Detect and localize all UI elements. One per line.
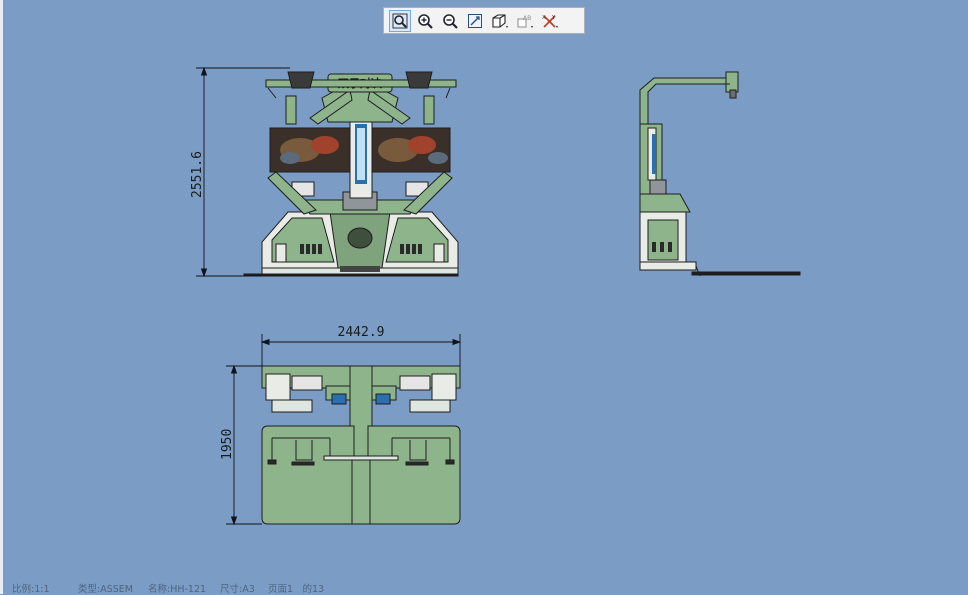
depth-dimension-label: 1950 — [220, 429, 235, 460]
top-view[interactable] — [261, 365, 461, 525]
type-status: 类型:ASSEM — [78, 584, 133, 595]
name-status: 名称:HH-121 — [148, 584, 207, 595]
drawing-sheet: 双子对决 2551.6 — [190, 66, 801, 526]
side-view[interactable] — [639, 71, 801, 277]
page-status: 页面1 的13 — [268, 584, 325, 595]
scale-status: 比例:1:1 — [12, 584, 50, 595]
height-dimension-label: 2551.6 — [190, 151, 205, 198]
size-status: 尺寸:A3 — [220, 584, 255, 595]
width-dimension-label: 2442.9 — [338, 325, 385, 340]
status-bar: 比例:1:1 类型:ASSEM 名称:HH-121 尺寸:A3 页面1 的13 — [12, 581, 325, 595]
front-view[interactable]: 双子对决 — [243, 71, 459, 277]
